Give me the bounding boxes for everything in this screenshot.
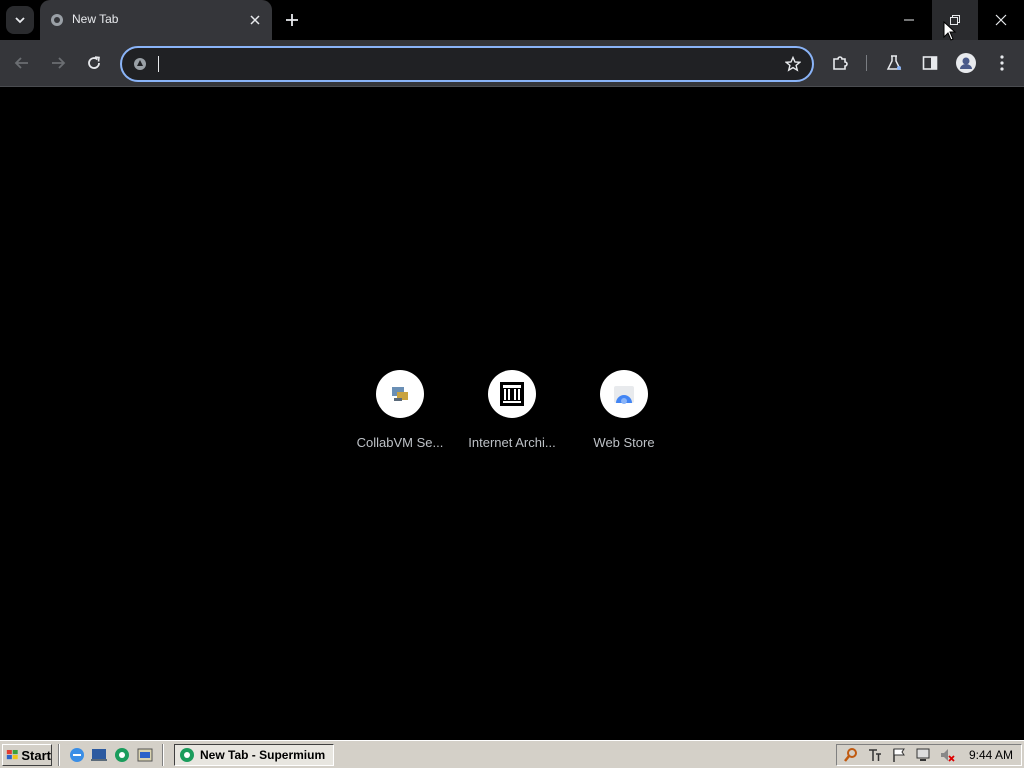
supermium-quicklaunch-icon[interactable] xyxy=(113,746,131,764)
shortcut-web-store[interactable]: Web Store xyxy=(568,370,680,460)
volume-muted-icon[interactable] xyxy=(939,747,955,763)
forward-button[interactable] xyxy=(44,49,72,77)
puzzle-icon xyxy=(833,56,848,70)
chevron-down-icon xyxy=(15,17,25,24)
tab-search-button[interactable] xyxy=(6,6,34,34)
bookmark-button[interactable] xyxy=(782,53,804,75)
arrow-left-icon xyxy=(14,57,28,69)
minimize-icon xyxy=(904,19,914,21)
close-icon xyxy=(250,15,260,25)
start-button[interactable]: Start xyxy=(2,744,52,766)
reload-button[interactable] xyxy=(80,49,108,77)
taskbar-item-supermium[interactable]: New Tab - Supermium xyxy=(174,744,334,766)
reload-icon xyxy=(88,56,100,69)
shortcut-label: Web Store xyxy=(593,435,655,450)
show-desktop-icon[interactable] xyxy=(90,746,108,764)
search-icon[interactable] xyxy=(843,747,859,763)
taskbar-item-label: New Tab - Supermium xyxy=(200,748,326,762)
side-panel-icon xyxy=(922,56,938,70)
address-bar[interactable] xyxy=(120,46,814,82)
shortcut-icon-circle xyxy=(376,370,424,418)
more-vert-icon xyxy=(1000,55,1004,71)
shortcut-icon-circle xyxy=(600,370,648,418)
star-icon xyxy=(785,56,801,72)
internet-archive-icon xyxy=(500,382,524,406)
shortcut-label: Internet Archi... xyxy=(468,435,556,450)
profile-button[interactable] xyxy=(952,49,980,77)
back-button[interactable] xyxy=(8,49,36,77)
plus-icon xyxy=(286,14,298,26)
tab-close-button[interactable] xyxy=(246,11,264,29)
explorer-icon[interactable] xyxy=(136,746,154,764)
title-bar: New Tab xyxy=(0,0,1024,40)
network-icon[interactable] xyxy=(915,747,931,763)
toolbar-divider xyxy=(866,55,867,71)
flask-icon xyxy=(886,55,902,70)
supermium-icon xyxy=(180,748,194,762)
start-label: Start xyxy=(21,747,51,763)
close-icon xyxy=(995,14,1007,26)
arrow-right-icon xyxy=(52,57,66,69)
extensions-button[interactable] xyxy=(826,49,854,77)
shortcut-label: CollabVM Se... xyxy=(356,435,444,450)
tab-title: New Tab xyxy=(72,12,119,26)
collabvm-icon xyxy=(392,387,408,401)
globe-icon xyxy=(51,14,63,26)
web-store-icon xyxy=(614,386,634,404)
minimize-button[interactable] xyxy=(886,0,932,40)
taskbar-separator xyxy=(162,744,164,766)
address-input[interactable] xyxy=(156,53,760,77)
new-tab-button[interactable] xyxy=(282,10,302,30)
system-tray: 9:44 AM xyxy=(836,744,1022,766)
clock: 9:44 AM xyxy=(968,748,1013,762)
side-panel-button[interactable] xyxy=(916,49,944,77)
avatar-icon xyxy=(956,53,976,73)
windows-logo-icon xyxy=(6,749,18,760)
tab-new-tab[interactable]: New Tab xyxy=(40,0,272,40)
supermium-icon xyxy=(134,58,146,70)
flag-icon[interactable] xyxy=(891,747,907,763)
menu-button[interactable] xyxy=(988,49,1016,77)
taskbar: Start New Tab - Supermium 9:44 AM xyxy=(0,740,1024,768)
taskbar-separator xyxy=(58,744,60,766)
browser-toolbar xyxy=(0,40,1024,87)
text-caret xyxy=(158,56,159,72)
internet-explorer-icon[interactable] xyxy=(68,746,86,764)
window-close-button[interactable] xyxy=(978,0,1024,40)
shortcut-internet-archive[interactable]: Internet Archi... xyxy=(456,370,568,460)
shortcut-icon-circle xyxy=(488,370,536,418)
language-icon[interactable] xyxy=(867,747,883,763)
shortcut-collabvm[interactable]: CollabVM Se... xyxy=(344,370,456,460)
shortcut-grid: CollabVM Se... Internet Archi... Web Sto… xyxy=(344,370,680,460)
mouse-cursor-icon xyxy=(943,21,957,41)
labs-button[interactable] xyxy=(880,49,908,77)
